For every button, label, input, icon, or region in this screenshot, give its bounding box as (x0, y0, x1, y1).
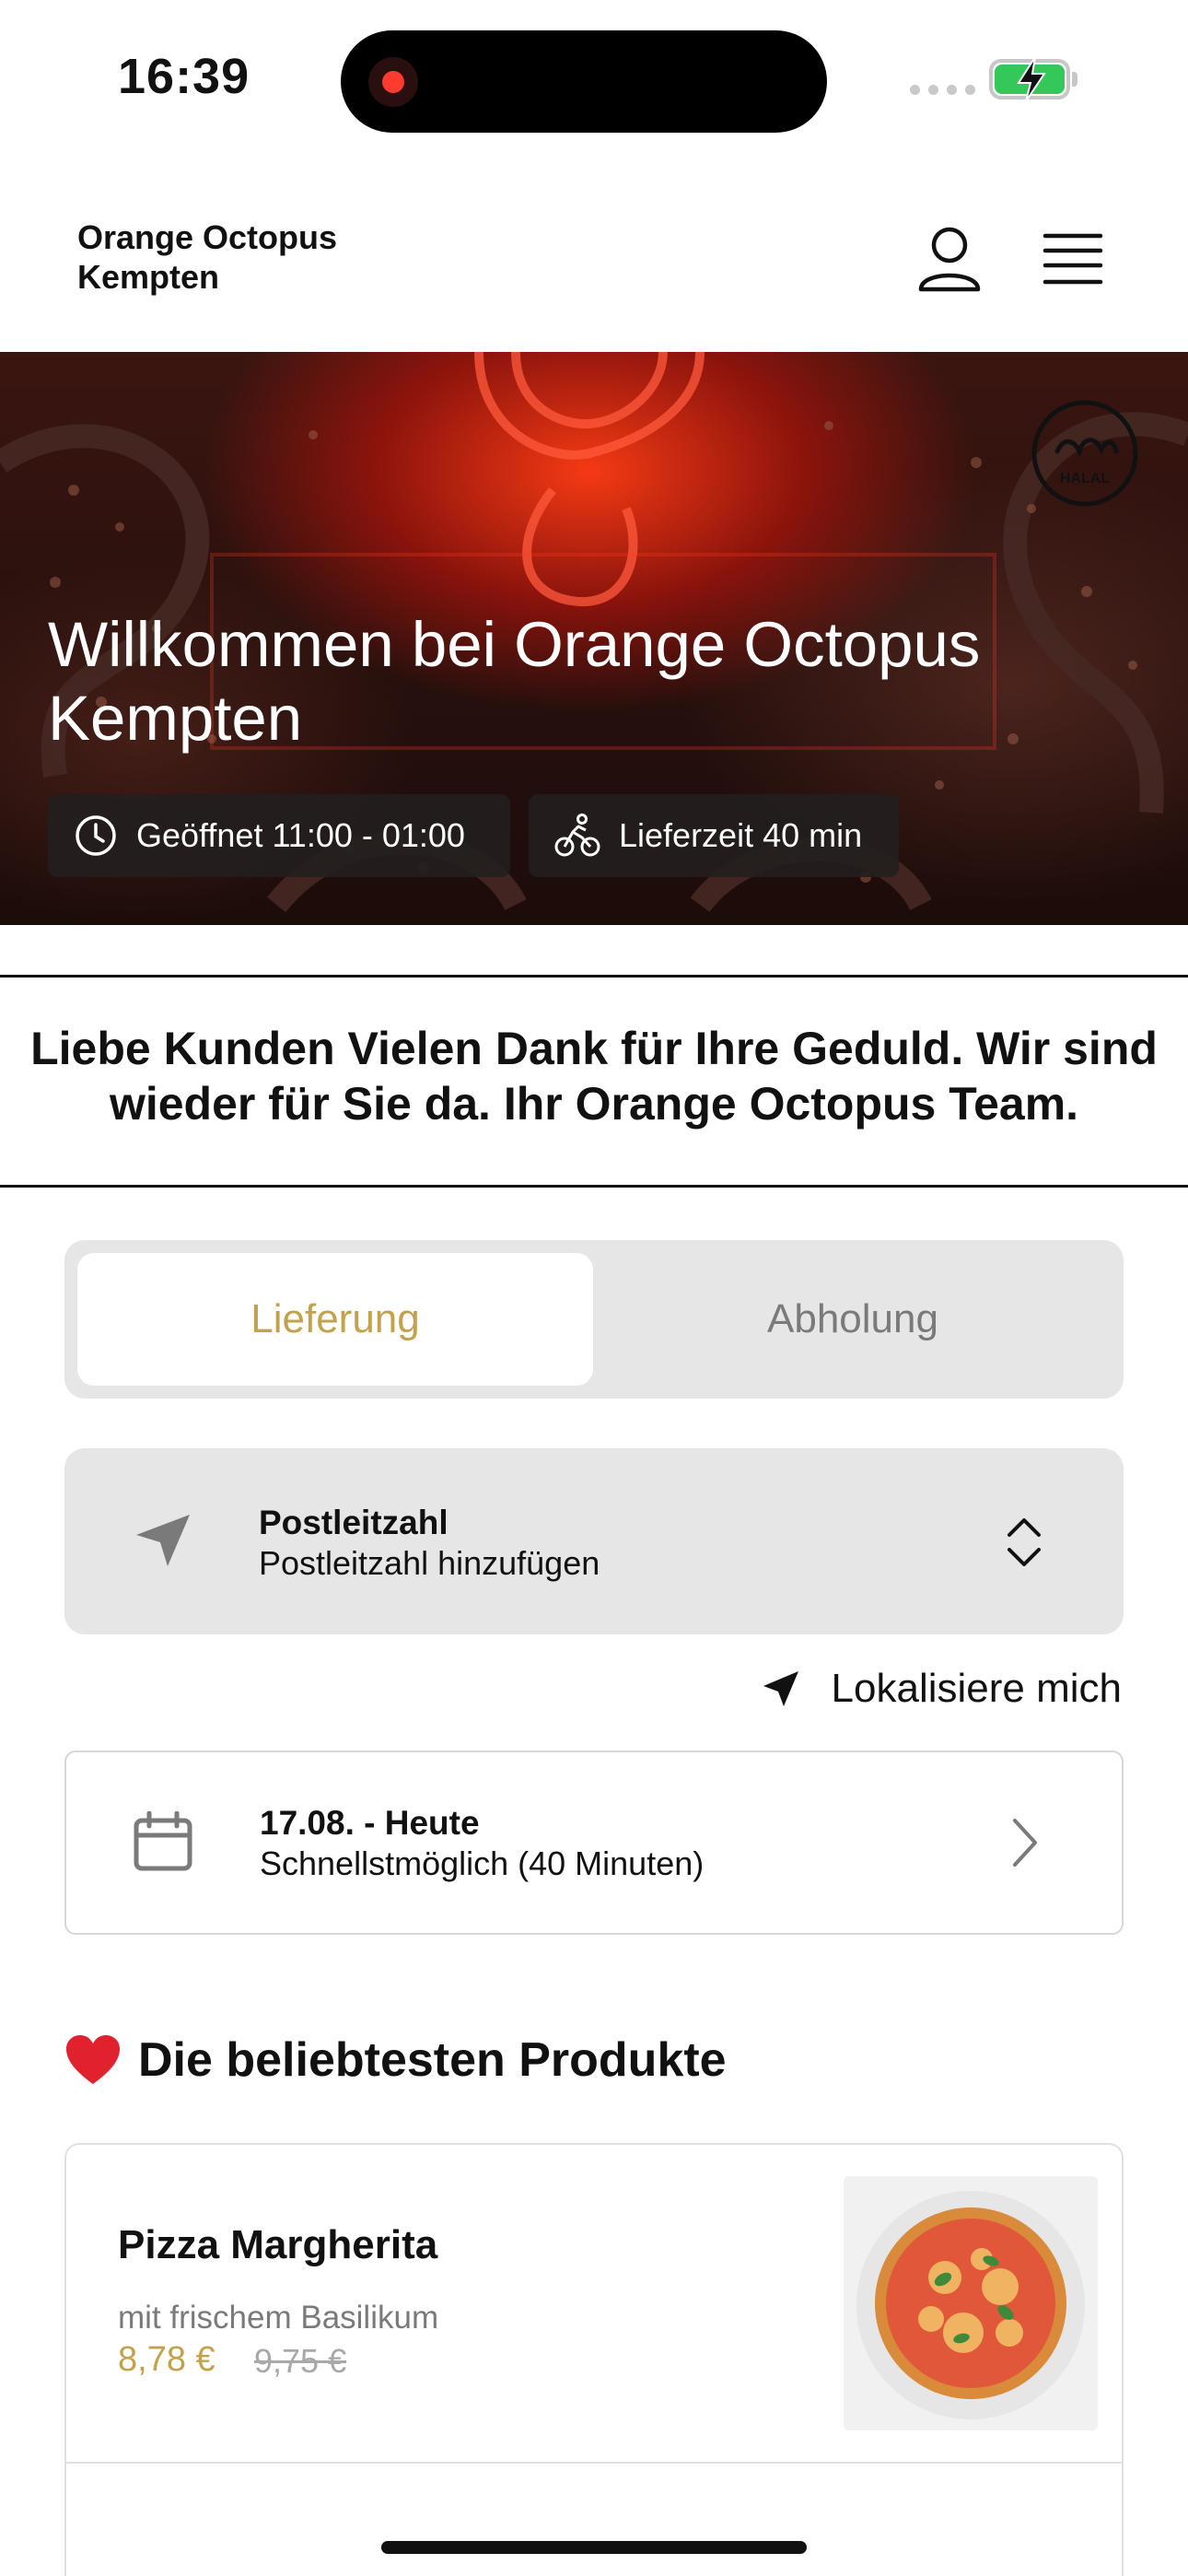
clock-icon (76, 815, 116, 856)
restaurant-name[interactable]: Orange Octopus Kempten (77, 217, 337, 297)
popular-products-title: Die beliebtesten Produkte (138, 2033, 727, 2087)
opening-hours-text: Geöffnet 11:00 - 01:00 (136, 816, 465, 854)
signal-icon (910, 85, 975, 95)
notice-divider-bottom (0, 1185, 1188, 1188)
hamburger-menu-icon[interactable] (1042, 230, 1103, 287)
delivery-slot-selector[interactable] (64, 1751, 1124, 1935)
bicycle-courier-icon (554, 814, 600, 857)
tab-pickup[interactable]: Abholung (595, 1253, 1111, 1386)
brand-line-1: Orange Octopus (77, 218, 338, 256)
hero-title: Willkommen bei Orange Octopus Kempten (48, 609, 981, 754)
product-name: Pizza Margherita (118, 2222, 438, 2267)
status-time: 16:39 (118, 49, 250, 104)
notice-message: Liebe Kunden Vielen Dank für Ihre Geduld… (30, 1023, 1158, 1130)
charging-bolt-icon (1017, 56, 1046, 102)
postcode-label: Postleitzahl (259, 1504, 448, 1541)
brand-line-2: Kempten (77, 258, 220, 296)
delivery-time-option: Schnellstmöglich (40 Minuten) (260, 1844, 705, 1882)
battery-cap (1072, 72, 1077, 87)
navigation-arrow-icon (763, 1671, 798, 1706)
svg-text:HALAL: HALAL (1060, 471, 1110, 486)
product-price: 8,78 € (118, 2340, 215, 2379)
opening-hours-badge: Geöffnet 11:00 - 01:00 (48, 794, 510, 877)
chevron-right-icon (1013, 1819, 1037, 1867)
halal-badge-icon: HALAL (1031, 400, 1138, 507)
delivery-date: 17.08. - Heute (260, 1804, 480, 1842)
product-image[interactable] (844, 2176, 1098, 2430)
tab-delivery[interactable]: Lieferung (77, 1253, 593, 1386)
product-old-price: 9,75 € (254, 2342, 347, 2380)
locate-me-button[interactable]: Lokalisiere mich (760, 1666, 1122, 1712)
recording-indicator-icon (368, 57, 418, 107)
heart-icon (66, 2035, 120, 2084)
home-indicator[interactable] (381, 2541, 807, 2554)
delivery-time-badge: Lieferzeit 40 min (529, 794, 899, 877)
delivery-time-text: Lieferzeit 40 min (619, 816, 863, 854)
location-arrow-icon (136, 1515, 190, 1566)
postcode-placeholder: Postleitzahl hinzufügen (259, 1544, 600, 1582)
user-account-icon[interactable] (915, 225, 984, 293)
product-description: mit frischem Basilikum (118, 2300, 439, 2336)
product-card-divider (64, 2462, 1124, 2464)
pizza-image (856, 2191, 1085, 2419)
popular-products-heading: Die beliebtesten Produkte (64, 2032, 727, 2088)
notice-divider-top (0, 975, 1188, 978)
locate-me-label: Lokalisiere mich (831, 1666, 1122, 1711)
postcode-selector[interactable] (64, 1448, 1124, 1634)
calendar-icon (134, 1811, 192, 1871)
chevron-up-down-icon (1007, 1518, 1041, 1566)
